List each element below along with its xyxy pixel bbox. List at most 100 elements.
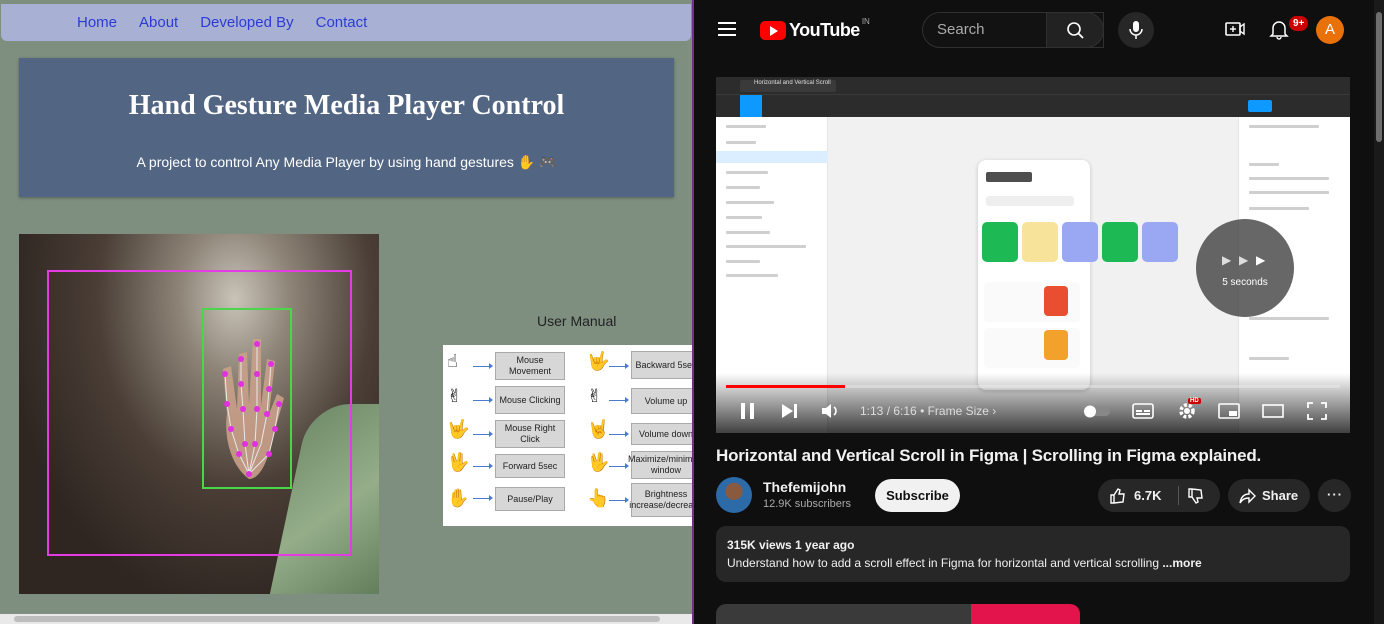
rock-hand-icon: 🤟 xyxy=(587,351,610,372)
search-button[interactable] xyxy=(1046,12,1104,48)
captions-icon[interactable] xyxy=(1132,402,1154,420)
arrow xyxy=(609,363,629,369)
vertical-scrollbar[interactable] xyxy=(1374,0,1384,624)
video-player[interactable]: Horizontal and Vertical Scroll ▶ ▶ ▶ 5 s… xyxy=(716,77,1350,433)
subscriber-count: 12.9K subscribers xyxy=(763,498,852,510)
youtube-header: YouTube IN Search 9+ A xyxy=(694,0,1384,60)
pause-icon[interactable] xyxy=(738,401,758,421)
horizontal-scrollbar[interactable] xyxy=(0,614,692,624)
youtube-wordmark: YouTube xyxy=(789,20,860,40)
pointing-up-icon: 👆 xyxy=(587,488,610,509)
nav-developed-by[interactable]: Developed By xyxy=(200,14,293,31)
share-icon xyxy=(1239,488,1256,504)
channel-avatar[interactable] xyxy=(716,477,752,513)
microphone-icon xyxy=(1129,21,1143,39)
figma-phone-frame xyxy=(978,160,1178,390)
arrow xyxy=(609,463,629,469)
arrow xyxy=(473,495,493,501)
open-hand-icon: ✋ xyxy=(447,488,470,509)
manual-backward-5sec: Backward 5sec xyxy=(631,351,692,379)
miniplayer-icon[interactable] xyxy=(1218,403,1240,419)
user-manual-title: User Manual xyxy=(537,313,617,329)
views-and-date: 315K views 1 year ago xyxy=(727,538,855,552)
vulcan-hand-icon: 🖖 xyxy=(587,452,610,473)
hero-subtitle: A project to control Any Media Player by… xyxy=(136,154,557,170)
description-text: Understand how to add a scroll effect in… xyxy=(727,556,1202,570)
like-count[interactable]: 6.7K xyxy=(1134,479,1161,512)
more-actions-button[interactable]: ··· xyxy=(1318,479,1351,512)
more-icon: ··· xyxy=(1327,487,1343,502)
next-video-thumbnail[interactable] xyxy=(716,604,1080,624)
account-avatar[interactable]: A xyxy=(1316,16,1344,44)
current-time: 1:13 / 6:16 xyxy=(860,404,917,418)
figma-toolbar xyxy=(716,94,1350,118)
theater-mode-icon[interactable] xyxy=(1262,403,1284,419)
pointing-finger-icon: ☝ xyxy=(447,351,458,372)
victory-hand-icon: ✌ xyxy=(447,386,463,407)
scrollbar-thumb[interactable] xyxy=(1376,12,1382,142)
manual-mouse-movement: Mouse Movement xyxy=(495,352,565,380)
seek-forward-indicator: ▶ ▶ ▶ 5 seconds xyxy=(1196,219,1294,317)
manual-mouse-clicking: Mouse Clicking xyxy=(495,386,565,414)
notifications-bell-icon[interactable] xyxy=(1268,18,1290,40)
arrow xyxy=(473,431,493,437)
nav-about[interactable]: About xyxy=(139,14,178,31)
create-video-icon[interactable] xyxy=(1224,18,1246,40)
manual-mouse-right-click: Mouse Right Click xyxy=(495,420,565,448)
arrow xyxy=(609,431,629,437)
volume-icon[interactable] xyxy=(820,402,842,420)
arrow xyxy=(473,363,493,369)
arrow xyxy=(609,397,629,403)
description-box[interactable]: 315K views 1 year ago Understand how to … xyxy=(716,526,1350,582)
manual-pause-play: Pause/Play xyxy=(495,487,565,511)
subscribe-button[interactable]: Subscribe xyxy=(875,479,960,512)
scrollbar-thumb[interactable] xyxy=(14,616,660,622)
youtube-logo[interactable]: YouTube IN xyxy=(760,17,870,41)
video-title: Horizontal and Vertical Scroll in Figma … xyxy=(716,446,1262,465)
progress-bar[interactable] xyxy=(726,385,1340,388)
like-icon[interactable] xyxy=(1108,486,1128,506)
nav-contact[interactable]: Contact xyxy=(316,14,368,31)
hand-landmarks xyxy=(222,339,284,479)
three-finger-icon: 🤟 xyxy=(447,419,470,440)
share-label: Share xyxy=(1262,488,1299,503)
share-button[interactable]: Share xyxy=(1228,479,1310,512)
country-code: IN xyxy=(861,17,870,26)
webcam-feed xyxy=(19,234,379,594)
manual-forward-5sec: Forward 5sec xyxy=(495,454,565,478)
fullscreen-icon[interactable] xyxy=(1306,401,1328,421)
youtube-play-icon xyxy=(760,21,786,40)
channel-name[interactable]: Thefemijohn xyxy=(763,479,846,495)
nav-home[interactable]: Home xyxy=(77,14,117,31)
show-more-link[interactable]: ...more xyxy=(1159,556,1201,570)
detection-frame xyxy=(47,270,352,556)
notification-count-badge: 9+ xyxy=(1289,16,1309,31)
controls-gradient xyxy=(716,373,1350,433)
seek-label: 5 seconds xyxy=(1222,277,1268,288)
autoplay-toggle-icon[interactable] xyxy=(1082,404,1112,418)
victory-outline-icon: ✌ xyxy=(587,386,603,407)
figma-tab-label: Horizontal and Vertical Scroll xyxy=(754,80,831,86)
progress-played xyxy=(726,385,846,388)
hd-badge: HD xyxy=(1188,398,1201,404)
voice-search-button[interactable] xyxy=(1118,12,1154,48)
dislike-icon[interactable] xyxy=(1186,486,1206,506)
horns-hand-icon: 🤘 xyxy=(587,419,610,440)
search-icon xyxy=(1067,22,1084,39)
four-finger-icon: 🖖 xyxy=(447,452,470,473)
menu-icon[interactable] xyxy=(718,22,736,36)
hero-title: Hand Gesture Media Player Control xyxy=(128,90,565,121)
site-nav: Home About Developed By Contact xyxy=(1,4,691,41)
figma-tab-bar: Horizontal and Vertical Scroll xyxy=(716,77,1350,94)
youtube-page: YouTube IN Search 9+ A Horizontal and Ve… xyxy=(694,0,1384,624)
manual-maximize-window: Maximize/minimize window xyxy=(628,451,692,479)
arrow xyxy=(473,463,493,469)
next-video-icon[interactable] xyxy=(780,403,800,419)
chapter-label[interactable]: • Frame Size › xyxy=(920,404,996,418)
like-dislike-group: 6.7K xyxy=(1098,479,1220,512)
hand-gesture-site: Home About Developed By Contact Hand Ges… xyxy=(0,0,692,624)
manual-brightness: Brightness increase/decrease xyxy=(629,483,692,517)
arrow xyxy=(473,397,493,403)
description-body: Understand how to add a scroll effect in… xyxy=(727,556,1159,570)
hero-banner: Hand Gesture Media Player Control A proj… xyxy=(19,58,674,197)
